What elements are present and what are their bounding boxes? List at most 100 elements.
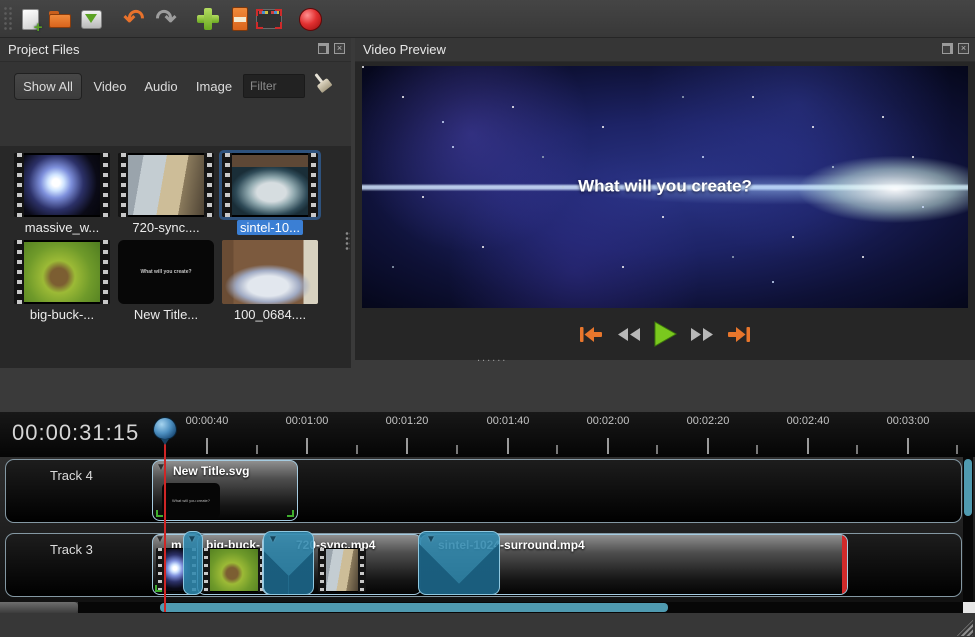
chevron-down-icon[interactable]: ▼ (268, 534, 278, 545)
filter-audio-button[interactable]: Audio (138, 73, 184, 100)
close-panel-icon[interactable]: × (958, 43, 969, 54)
status-bar (0, 613, 975, 637)
filter-video-button[interactable]: Video (88, 73, 132, 100)
float-panel-icon[interactable] (318, 43, 329, 54)
panel-splitter-handle[interactable] (345, 231, 350, 251)
new-project-icon: + (22, 9, 39, 30)
file-label: New Title... (134, 307, 198, 322)
clip-new-title[interactable]: New Title.svg What will you create? (152, 460, 298, 521)
horizontal-scrollbar-thumb[interactable] (160, 603, 668, 612)
save-project-icon (81, 10, 102, 29)
file-label: big-buck-... (30, 307, 94, 322)
video-preview-header: Video Preview × (355, 38, 975, 62)
broom-icon (307, 68, 336, 98)
clip-trim-indicator[interactable] (842, 535, 847, 595)
playback-controls (355, 316, 975, 352)
jump-to-start-button[interactable] (577, 322, 605, 346)
float-panel-icon[interactable] (942, 43, 953, 54)
project-files-grid: massive_w... 720-sync.... sintel-10... b… (0, 146, 351, 370)
preview-frame: What will you create? (362, 66, 968, 308)
open-project-button[interactable] (46, 5, 74, 33)
track-4-row[interactable]: Track 4 (5, 459, 962, 523)
title-editor-icon (232, 7, 248, 31)
openshot-window: + ↶ ↷ Project Files (0, 0, 975, 637)
video-preview-panel: Video Preview × What will you create? (355, 38, 975, 360)
redo-icon: ↷ (156, 8, 177, 30)
filter-audio-label: Audio (144, 79, 177, 94)
export-video-button[interactable] (296, 5, 324, 33)
playhead-marker[interactable] (153, 417, 177, 440)
clear-filter-button[interactable] (312, 72, 332, 94)
jump-to-start-icon (579, 326, 603, 343)
ruler-tick-label: 00:02:20 (673, 415, 743, 427)
clip-thumbnail: What will you create? (162, 483, 220, 518)
filter-video-label: Video (93, 79, 126, 94)
ruler-tick-label: 00:02:00 (573, 415, 643, 427)
current-time-display: 00:00:31:15 (12, 420, 139, 446)
hscroll-left-stub (0, 602, 78, 613)
chevron-down-icon[interactable]: ▼ (187, 534, 197, 545)
toolbar-drag-handle[interactable] (3, 6, 13, 32)
stars-decoration (362, 66, 364, 68)
rewind-button[interactable] (614, 322, 642, 346)
new-project-button[interactable]: + (16, 5, 44, 33)
rewind-icon (616, 327, 641, 342)
scrollbar-corner (963, 602, 975, 613)
filter-show-all-button[interactable]: Show All (14, 73, 82, 100)
timeline-ruler[interactable]: 00:00:31:15 00:00:40 00:01:00 00:01:20 0… (0, 412, 975, 457)
track-4-name: Track 4 (50, 468, 93, 483)
ruler-tick-label: 00:01:20 (372, 415, 442, 427)
jump-to-end-button[interactable] (725, 322, 753, 346)
close-panel-icon[interactable]: × (334, 43, 345, 54)
video-preview-title: Video Preview (363, 42, 446, 57)
play-button[interactable] (651, 322, 679, 346)
timeline-toolbar: + − 20 seconds (0, 368, 975, 412)
play-icon (653, 321, 677, 347)
file-label: 720-sync.... (132, 220, 199, 235)
filter-show-all-label: Show All (23, 79, 73, 94)
ruler-tick-label: 00:01:40 (473, 415, 543, 427)
filter-input[interactable] (243, 74, 305, 98)
import-files-icon (197, 8, 219, 30)
import-files-button[interactable] (194, 5, 222, 33)
main-toolbar: + ↶ ↷ (0, 0, 975, 38)
fast-forward-icon (690, 327, 715, 342)
preview-overlay-text: What will you create? (578, 177, 752, 197)
title-thumb-text: What will you create? (140, 269, 191, 275)
track-3-name: Track 3 (50, 542, 93, 557)
save-project-button[interactable] (77, 5, 105, 33)
undo-icon: ↶ (124, 8, 145, 30)
file-item-720-sync[interactable]: 720-sync.... (118, 153, 214, 235)
clip-label: New Title.svg (173, 464, 249, 478)
title-editor-button[interactable] (226, 5, 254, 33)
export-video-icon (299, 8, 322, 31)
redo-button[interactable]: ↷ (152, 5, 180, 33)
playhead-line (164, 441, 166, 612)
chevron-down-icon[interactable]: ▼ (426, 534, 436, 545)
vertical-scrollbar-thumb[interactable] (964, 459, 972, 516)
file-item-massive[interactable]: massive_w... (14, 153, 110, 235)
jump-to-end-icon (727, 326, 751, 343)
undo-button[interactable]: ↶ (120, 5, 148, 33)
project-files-header: Project Files × (0, 38, 351, 62)
ruler-tick-label: 00:01:00 (272, 415, 342, 427)
file-item-100-0684[interactable]: 100_0684.... (222, 240, 318, 322)
file-item-new-title[interactable]: What will you create? New Title... (118, 240, 214, 322)
choose-profile-button[interactable] (255, 5, 283, 33)
file-item-big-buck[interactable]: big-buck-... (14, 240, 110, 322)
horizontal-splitter-handle[interactable]: ...... (477, 352, 507, 364)
file-label-selected: sintel-10... (237, 220, 303, 235)
ruler-tick-label: 00:00:40 (172, 415, 242, 427)
open-project-icon (49, 11, 71, 28)
project-files-title: Project Files (8, 42, 80, 57)
file-label: 100_0684.... (234, 307, 306, 322)
clip-thumb-text: What will you create? (172, 498, 210, 503)
choose-profile-icon (256, 9, 282, 29)
file-item-sintel[interactable]: sintel-10... (222, 153, 318, 235)
project-files-panel: Project Files × Show All Video Audio Ima… (0, 38, 351, 360)
file-label: massive_w... (25, 220, 99, 235)
fast-forward-button[interactable] (688, 322, 716, 346)
ruler-tick-label: 00:02:40 (773, 415, 843, 427)
filter-image-button[interactable]: Image (190, 73, 238, 100)
filter-image-label: Image (196, 79, 232, 94)
